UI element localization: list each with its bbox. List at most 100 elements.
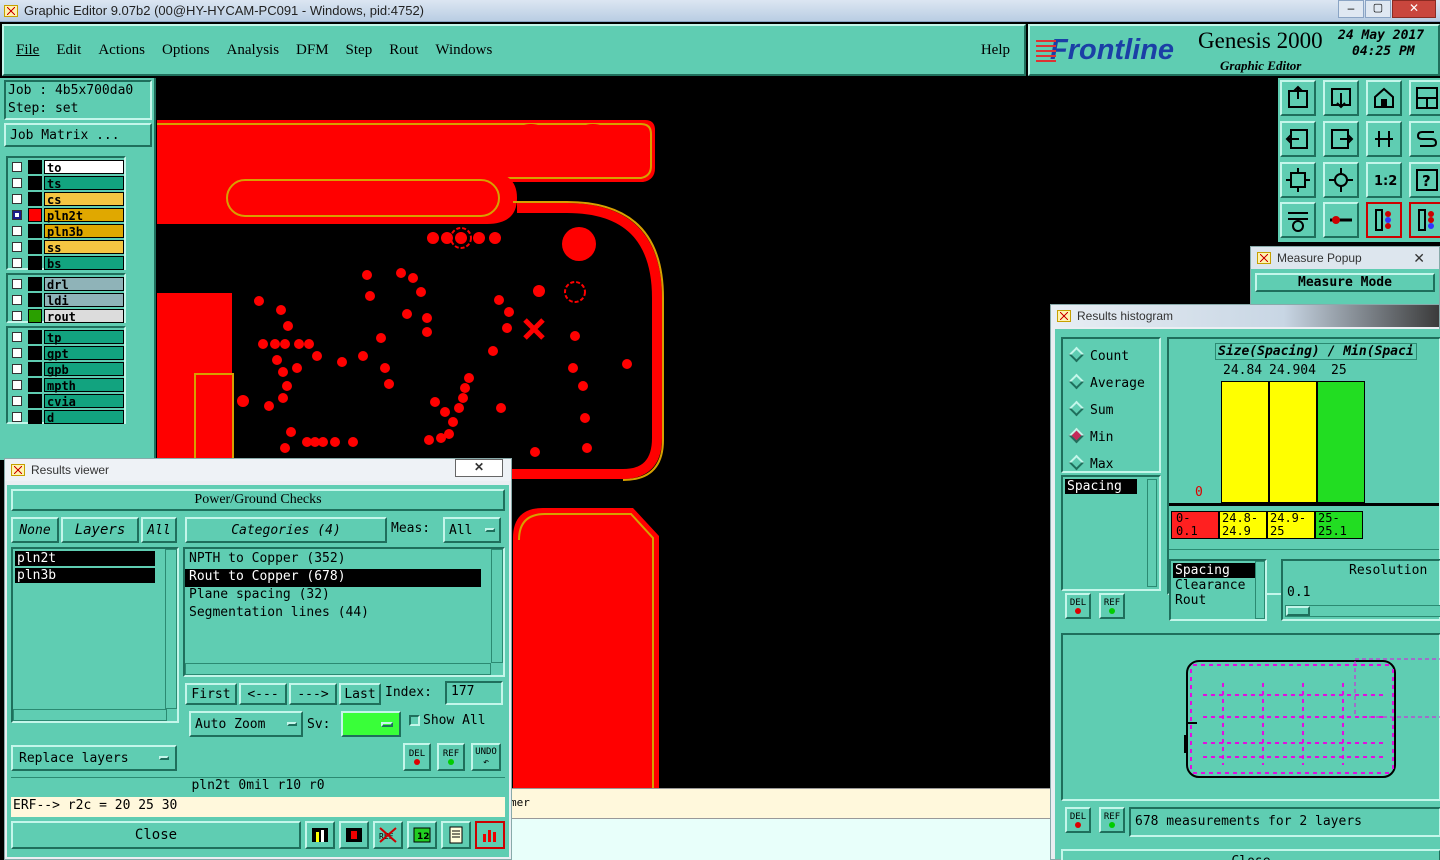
graph-icon-6[interactable] bbox=[475, 821, 505, 849]
center-icon[interactable] bbox=[1323, 161, 1359, 198]
layer-color-swatch[interactable] bbox=[28, 224, 42, 238]
help-icon[interactable]: ? bbox=[1409, 161, 1440, 198]
layer-row-rout[interactable]: rout bbox=[8, 308, 124, 324]
layer-row-gpt[interactable]: gpt bbox=[8, 345, 124, 361]
layer-checkbox[interactable] bbox=[12, 348, 22, 358]
layer-color-swatch[interactable] bbox=[28, 330, 42, 344]
window-view-icon[interactable] bbox=[1409, 80, 1440, 116]
pan-right-icon[interactable] bbox=[1323, 120, 1359, 157]
measure-icon[interactable] bbox=[1323, 202, 1359, 239]
layer-name[interactable]: gpt bbox=[44, 346, 124, 361]
menu-analysis[interactable]: Analysis bbox=[227, 42, 280, 59]
layer-row-mpth[interactable]: mpth bbox=[8, 377, 124, 393]
show-all-checkbox[interactable] bbox=[409, 715, 420, 726]
layer-row-pln3b[interactable]: pln3b bbox=[8, 223, 124, 239]
layer-row-gpb[interactable]: gpb bbox=[8, 361, 124, 377]
type-list[interactable]: Spacing Clearance Rout bbox=[1169, 559, 1267, 621]
home-view-icon[interactable] bbox=[1366, 80, 1402, 116]
job-matrix-button[interactable]: Job Matrix ... bbox=[4, 123, 152, 147]
category-list-hscroll[interactable] bbox=[185, 663, 491, 675]
layer-checkbox[interactable] bbox=[12, 279, 22, 289]
layer-row-d[interactable]: d bbox=[8, 409, 124, 425]
layer-name[interactable]: ts bbox=[44, 176, 124, 191]
layer-list-vscroll[interactable] bbox=[165, 549, 177, 709]
layer-checkbox[interactable] bbox=[12, 295, 22, 305]
layer-name[interactable]: mpth bbox=[44, 378, 124, 393]
layer-checkbox[interactable] bbox=[12, 311, 22, 321]
replace-layers-dropdown[interactable]: Replace layers bbox=[11, 745, 177, 771]
layer-name[interactable]: cs bbox=[44, 192, 124, 207]
menu-file[interactable]: File bbox=[16, 42, 39, 59]
hist-bar-4[interactable] bbox=[1317, 381, 1365, 503]
mirror-icon[interactable] bbox=[1366, 120, 1402, 157]
overview-ref-button[interactable]: REF bbox=[1099, 807, 1125, 833]
graph-icon-4[interactable]: 12 bbox=[407, 821, 437, 849]
layer-checkbox[interactable] bbox=[12, 412, 22, 422]
layer-name[interactable]: drl bbox=[44, 277, 124, 292]
meas-dropdown[interactable]: All bbox=[443, 517, 501, 543]
layer-checkbox[interactable] bbox=[12, 210, 22, 220]
measure-list[interactable]: Spacing bbox=[1061, 475, 1161, 591]
layer-row-drl[interactable]: drl bbox=[8, 276, 124, 292]
overview-del-button[interactable]: DEL bbox=[1065, 807, 1091, 833]
rv-ref-button[interactable]: REF bbox=[437, 743, 465, 771]
layer-checkbox[interactable] bbox=[12, 194, 22, 204]
results-viewer-close-icon[interactable]: ✕ bbox=[455, 459, 503, 477]
fit-all-icon[interactable] bbox=[1280, 161, 1316, 198]
graph-icon-3[interactable]: REF bbox=[373, 821, 403, 849]
graph-icon-5[interactable] bbox=[441, 821, 471, 849]
layer-row-ts[interactable]: ts bbox=[8, 175, 124, 191]
type-list-scrollbar[interactable] bbox=[1255, 561, 1265, 619]
board-overview[interactable] bbox=[1061, 633, 1440, 801]
rv-del-button[interactable]: DEL bbox=[403, 743, 431, 771]
layer-name[interactable]: d bbox=[44, 410, 124, 425]
graph-icon-1[interactable] bbox=[305, 821, 335, 849]
layer-color-swatch[interactable] bbox=[28, 176, 42, 190]
none-button[interactable]: None bbox=[11, 517, 59, 543]
layer-checkbox[interactable] bbox=[12, 178, 22, 188]
auto-zoom-dropdown[interactable]: Auto Zoom bbox=[189, 711, 303, 737]
layer-color-swatch[interactable] bbox=[28, 309, 42, 323]
close-window-button[interactable]: ✕ bbox=[1392, 0, 1436, 18]
layer-row-ss[interactable]: ss bbox=[8, 239, 124, 255]
category-list-vscroll[interactable] bbox=[491, 549, 503, 663]
layer-color-swatch[interactable] bbox=[28, 362, 42, 376]
type-item-clearance[interactable]: Clearance bbox=[1171, 578, 1265, 593]
option-max[interactable]: Max bbox=[1068, 451, 1159, 478]
resolution-slider[interactable] bbox=[1285, 605, 1440, 617]
layer-highlight-icon[interactable] bbox=[1409, 202, 1440, 239]
menu-step[interactable]: Step bbox=[346, 42, 373, 59]
layer-color-swatch[interactable] bbox=[28, 192, 42, 206]
menu-rout[interactable]: Rout bbox=[389, 42, 418, 59]
layer-name[interactable]: tp bbox=[44, 330, 124, 345]
sv-color-dropdown[interactable] bbox=[341, 711, 401, 737]
results-close-button[interactable]: Close bbox=[11, 821, 301, 849]
layer-checkbox[interactable] bbox=[12, 380, 22, 390]
layer-checkbox[interactable] bbox=[12, 242, 22, 252]
layers-button[interactable]: Layers bbox=[61, 517, 139, 543]
menu-windows[interactable]: Windows bbox=[435, 42, 492, 59]
layer-color-swatch[interactable] bbox=[28, 277, 42, 291]
category-plane[interactable]: Plane spacing (32) bbox=[185, 587, 503, 605]
layer-row-tp[interactable]: tp bbox=[8, 329, 124, 345]
measure-list-scrollbar[interactable] bbox=[1147, 479, 1157, 587]
pan-left-icon[interactable] bbox=[1280, 120, 1316, 157]
histogram-close-button[interactable]: Close bbox=[1061, 849, 1440, 860]
layer-list[interactable]: pln2t pln3b bbox=[11, 547, 179, 723]
hist-ref-button[interactable]: REF bbox=[1099, 593, 1125, 619]
layer-color-swatch[interactable] bbox=[28, 394, 42, 408]
layer-color-swatch[interactable] bbox=[28, 160, 42, 174]
layer-name[interactable]: cvia bbox=[44, 394, 124, 409]
layer-color-swatch[interactable] bbox=[28, 378, 42, 392]
tools-icon[interactable] bbox=[1280, 202, 1316, 239]
layer-name[interactable]: gpb bbox=[44, 362, 124, 377]
pan-down-icon[interactable] bbox=[1323, 80, 1359, 116]
layer-list-item-pln2t[interactable]: pln2t bbox=[15, 551, 155, 566]
layer-name[interactable]: rout bbox=[44, 309, 124, 324]
hist-bar-2[interactable] bbox=[1221, 381, 1269, 503]
layer-compare-icon[interactable] bbox=[1366, 202, 1402, 239]
rv-undo-button[interactable]: UNDO ↶ bbox=[471, 743, 501, 771]
layer-name[interactable]: pln2t bbox=[44, 208, 124, 223]
last-button[interactable]: Last bbox=[339, 683, 381, 705]
menu-help[interactable]: Help bbox=[981, 42, 1010, 59]
